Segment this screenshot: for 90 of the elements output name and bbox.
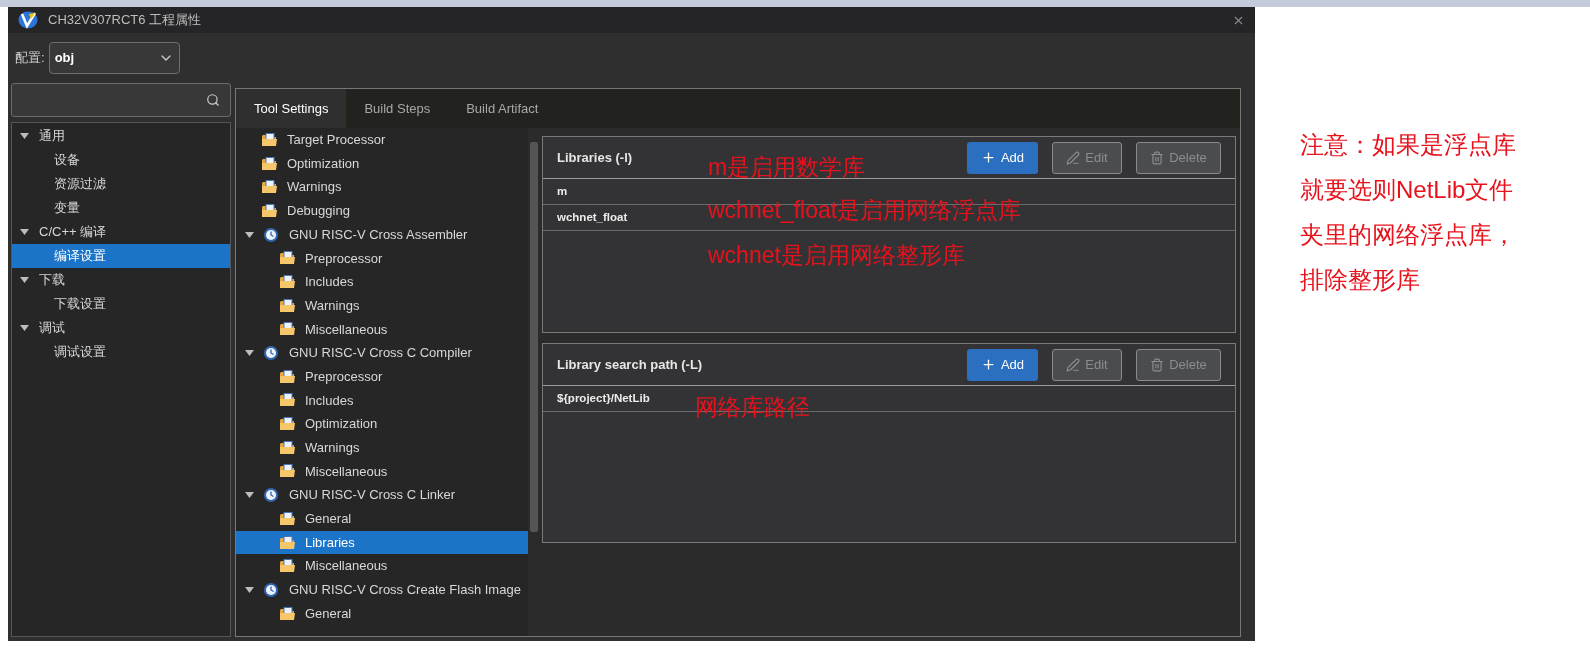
tree-item[interactable]: General (236, 507, 528, 531)
caret-icon[interactable] (20, 325, 29, 331)
folder-icon (280, 369, 295, 384)
pencil-icon (1066, 357, 1081, 372)
trash-icon (1150, 357, 1165, 372)
tree-item[interactable]: Libraries (236, 530, 528, 555)
note-text: 夹里的网络浮点库， (1300, 223, 1516, 247)
caret-icon[interactable] (245, 586, 254, 593)
annotation-text: m是启用数学库 (708, 156, 866, 179)
annotation-text: wchnet是启用网络整形库 (708, 244, 965, 267)
tree-item[interactable]: Preprocessor (236, 246, 528, 271)
folder-icon (280, 298, 295, 313)
list-item[interactable]: ${project}/NetLib (557, 389, 650, 408)
tab[interactable]: Tool Settings (236, 89, 347, 128)
tree-item[interactable]: 下载 (12, 268, 230, 292)
tree-item[interactable]: General (236, 601, 528, 626)
tree-item[interactable]: 资源过滤 (12, 172, 230, 196)
window-title: CH32V307RCT6 工程属性 (48, 11, 203, 30)
folder-icon (280, 393, 295, 408)
clock-icon (263, 487, 279, 504)
tree-item[interactable]: 下载设置 (12, 292, 230, 316)
tree-item[interactable]: Optimization (236, 412, 528, 436)
tree-item[interactable]: Warnings (236, 435, 528, 460)
folder-icon (280, 251, 295, 266)
folder-icon (280, 606, 295, 621)
tree-item[interactable]: GNU RISC-V Cross C Linker (236, 483, 528, 507)
caret-icon[interactable] (245, 350, 254, 357)
folder-icon (280, 322, 295, 337)
caret-icon[interactable] (20, 229, 29, 235)
tree-item[interactable]: GNU RISC-V Cross C Compiler (236, 341, 528, 365)
folder-icon (280, 464, 295, 479)
add-button[interactable]: Add (967, 348, 1038, 381)
folder-icon (280, 274, 295, 289)
tree-item[interactable]: C/C++ 编译 (12, 220, 230, 244)
folder-icon (262, 156, 277, 171)
section-title: Library search path (-L) (557, 355, 703, 374)
trash-icon (1150, 150, 1165, 165)
tree-item[interactable]: 调试设置 (12, 340, 230, 364)
note-text: 排除整形库 (1300, 268, 1421, 292)
folder-icon (262, 132, 277, 147)
clock-icon (263, 226, 279, 243)
section-title: Libraries (-l) (557, 148, 633, 167)
tree-item[interactable]: 调试 (12, 316, 230, 340)
tree-item[interactable]: Miscellaneous (236, 317, 528, 342)
tab[interactable]: Build Steps (346, 89, 449, 128)
tree-item[interactable]: Warnings (236, 293, 528, 318)
tree-item[interactable]: Debugging (236, 199, 528, 223)
caret-icon[interactable] (245, 231, 254, 238)
folder-icon (280, 440, 295, 455)
clock-icon (263, 345, 279, 362)
tree-item[interactable]: GNU RISC-V Cross Create Flash Image (236, 578, 528, 602)
tree-item[interactable]: GNU RISC-V Cross Assembler (236, 222, 528, 247)
note-text: 注意：如果是浮点库 (1300, 133, 1516, 157)
tree-item[interactable]: Target Processor (236, 128, 528, 152)
tree-item[interactable]: 设备 (12, 148, 230, 172)
tab[interactable]: Build Artifact (448, 89, 557, 128)
pencil-icon (1066, 150, 1081, 165)
tree-item[interactable]: Miscellaneous (236, 554, 528, 579)
folder-icon (280, 511, 295, 526)
tree-item[interactable]: 变量 (12, 196, 230, 220)
plus-icon (980, 150, 996, 165)
folder-icon (280, 559, 295, 574)
search-icon (206, 93, 220, 107)
list-item[interactable]: wchnet_float (557, 208, 628, 227)
config-label: 配置: (15, 49, 45, 68)
tree-item[interactable]: 通用 (12, 124, 230, 148)
search-field[interactable] (11, 83, 231, 117)
list-item[interactable]: m (557, 182, 568, 201)
plus-icon (980, 357, 996, 372)
folder-icon (262, 180, 277, 195)
caret-icon[interactable] (245, 492, 254, 499)
caret-icon[interactable] (20, 277, 29, 283)
tree-item[interactable]: Warnings (236, 175, 528, 200)
tree-item[interactable]: Includes (236, 270, 528, 294)
folder-icon (280, 417, 295, 432)
annotation-text: wchnet_float是启用网络浮点库 (708, 199, 1022, 222)
tree-item[interactable]: Miscellaneous (236, 459, 528, 484)
clock-icon (263, 581, 279, 598)
app-logo-icon (18, 11, 38, 29)
tree-item[interactable]: 编译设置 (12, 244, 230, 268)
add-button[interactable]: Add (967, 141, 1038, 174)
config-dropdown[interactable]: obj (48, 42, 180, 74)
annotation-text: 网络库路径 (695, 396, 810, 419)
note-text: 就要选则NetLib文件 (1300, 178, 1515, 202)
folder-icon (280, 535, 295, 550)
folder-icon (262, 203, 277, 218)
tree-item[interactable]: Optimization (236, 151, 528, 176)
tree-item[interactable]: Preprocessor (236, 364, 528, 389)
caret-icon[interactable] (20, 133, 29, 139)
tree-item[interactable]: Includes (236, 388, 528, 413)
